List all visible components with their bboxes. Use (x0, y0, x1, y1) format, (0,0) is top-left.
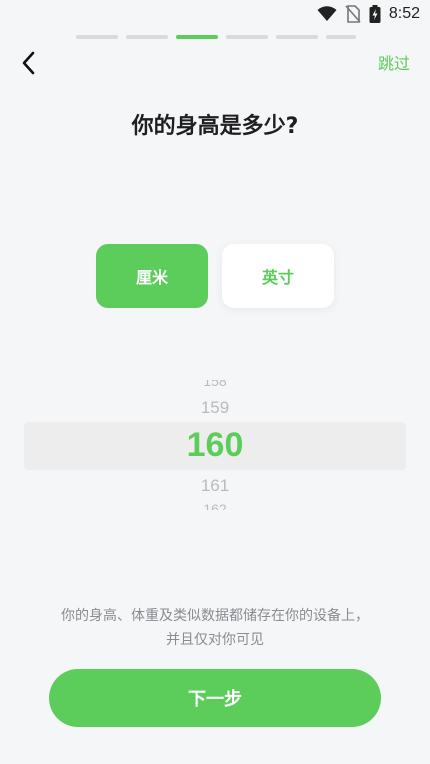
progress-segment (126, 35, 168, 39)
progress-segment (76, 35, 118, 39)
unit-option-inch[interactable]: 英寸 (222, 244, 334, 308)
no-sim-icon (345, 5, 361, 23)
privacy-note: 你的身高、体重及类似数据都储存在你的设备上， 并且仅对你可见 (61, 608, 369, 648)
progress-segment (326, 35, 356, 39)
chevron-left-icon (22, 51, 35, 75)
next-button[interactable]: 下一步 (49, 669, 381, 727)
status-time: 8:52 (388, 5, 420, 22)
progress-segment (226, 35, 268, 39)
height-picker[interactable]: 158 159 160 161 162 (24, 380, 406, 510)
picker-value[interactable]: 159 (24, 398, 406, 418)
skip-button[interactable]: 跳过 (378, 50, 410, 74)
picker-value[interactable]: 161 (24, 476, 406, 496)
progress-segment-current (176, 35, 218, 39)
picker-selected-value[interactable]: 160 (24, 426, 406, 465)
battery-charging-icon (369, 5, 381, 23)
unit-toggle: 厘米 英寸 (96, 244, 334, 308)
unit-option-cm[interactable]: 厘米 (96, 244, 208, 308)
picker-value[interactable]: 162 (24, 502, 406, 510)
page-title: 你的身高是多少? (131, 114, 299, 139)
progress-indicator (76, 35, 356, 39)
status-bar: 8:52 (0, 0, 430, 30)
status-icons: 8:52 (317, 5, 420, 23)
back-button[interactable] (14, 48, 44, 78)
picker-value[interactable]: 158 (24, 380, 406, 388)
wifi-icon (317, 6, 337, 21)
progress-segment (276, 35, 318, 39)
